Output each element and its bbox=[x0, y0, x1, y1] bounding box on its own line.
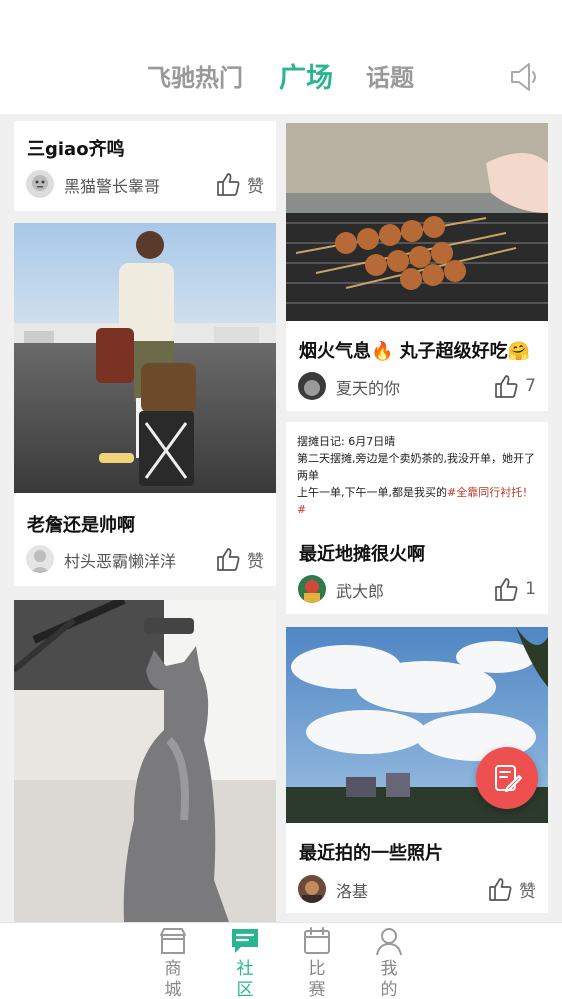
nav-item-shop[interactable]: 商城 bbox=[153, 925, 193, 999]
thumbs-up-icon bbox=[217, 548, 240, 571]
post-text: 摆摊日记: 6月7日晴 第二天摆摊,旁边是个卖奶茶的,我没开单，她开了两单 上午… bbox=[297, 433, 538, 518]
nav-item-profile[interactable]: 我的 bbox=[369, 925, 409, 999]
post-text-line: 第二天摆摊,旁边是个卖奶茶的,我没开单，她开了两单 bbox=[297, 452, 535, 482]
thumbs-up-icon bbox=[495, 375, 518, 398]
post-card[interactable]: 烟火气息🔥 丸子超级好吃🤗 夏天的你 7 bbox=[286, 123, 548, 411]
compose-post-button[interactable] bbox=[476, 747, 538, 809]
post-author-row: 村头恶霸懒洋洋 赞 bbox=[26, 545, 264, 575]
user-icon bbox=[376, 928, 402, 956]
post-author-row: 洛基 赞 bbox=[298, 875, 536, 905]
post-title: 老詹还是帅啊 bbox=[27, 515, 135, 536]
post-text-line: 上午一单,下午一单,都是我买的#全靠同行衬托！# bbox=[297, 484, 538, 518]
thumbs-up-icon bbox=[495, 578, 518, 601]
shop-icon bbox=[160, 928, 186, 954]
like-button[interactable]: 赞 bbox=[215, 545, 264, 573]
author-name[interactable]: 武大郎 bbox=[336, 578, 384, 602]
nav-label: 我的 bbox=[380, 959, 398, 999]
calendar-icon bbox=[304, 927, 330, 954]
tab-square[interactable]: 广场 bbox=[279, 56, 333, 95]
avatar[interactable] bbox=[298, 575, 326, 603]
post-author-row: 武大郎 1 bbox=[298, 575, 536, 605]
like-count: 赞 bbox=[519, 881, 536, 902]
like-count: 赞 bbox=[247, 551, 264, 572]
post-author-row: 夏天的你 7 bbox=[298, 372, 536, 402]
post-card[interactable]: 三giao齐鸣 黑猫警长睾哥 赞 bbox=[14, 121, 276, 211]
speaker-icon[interactable] bbox=[508, 60, 542, 94]
tab-topics[interactable]: 话题 bbox=[366, 58, 414, 93]
avatar[interactable] bbox=[298, 875, 326, 903]
post-image bbox=[14, 223, 276, 493]
like-button[interactable]: 赞 bbox=[487, 875, 536, 903]
post-image bbox=[286, 123, 548, 321]
tab-hot[interactable]: 飞驰热门 bbox=[147, 58, 243, 93]
nav-label: 商城 bbox=[164, 959, 182, 999]
avatar[interactable] bbox=[298, 372, 326, 400]
post-title: 烟火气息🔥 丸子超级好吃🤗 bbox=[299, 341, 531, 362]
author-name[interactable]: 村头恶霸懒洋洋 bbox=[64, 548, 176, 572]
bottom-nav: 商城 社区 比赛 我的 bbox=[0, 922, 562, 999]
post-card[interactable]: 摆摊日记: 6月7日晴 第二天摆摊,旁边是个卖奶茶的,我没开单，她开了两单 上午… bbox=[286, 422, 548, 614]
post-image bbox=[14, 600, 276, 922]
post-title: 最近地摊很火啊 bbox=[299, 544, 425, 565]
author-name[interactable]: 黑猫警长睾哥 bbox=[64, 173, 160, 197]
author-name[interactable]: 夏天的你 bbox=[336, 375, 400, 399]
post-text-line: 摆摊日记: 6月7日晴 bbox=[297, 435, 396, 448]
like-button[interactable]: 赞 bbox=[215, 170, 264, 198]
post-card[interactable]: 老詹还是帅啊 村头恶霸懒洋洋 赞 bbox=[14, 223, 276, 586]
author-name[interactable]: 洛基 bbox=[336, 878, 368, 902]
post-card[interactable] bbox=[14, 600, 276, 922]
thumbs-up-icon bbox=[489, 878, 512, 901]
like-count: 7 bbox=[525, 376, 536, 396]
post-title: 三giao齐鸣 bbox=[27, 139, 125, 160]
post-title: 最近拍的一些照片 bbox=[299, 843, 443, 864]
post-text-segment: 上午一单,下午一单,都是我买的 bbox=[297, 486, 447, 499]
top-header: 飞驰热门 广场 话题 bbox=[0, 0, 562, 114]
nav-item-match[interactable]: 比赛 bbox=[297, 925, 337, 999]
nav-label: 社区 bbox=[236, 959, 254, 999]
like-count: 赞 bbox=[247, 176, 264, 197]
community-icon bbox=[232, 929, 258, 953]
avatar[interactable] bbox=[26, 545, 54, 573]
like-button[interactable]: 1 bbox=[493, 575, 536, 603]
nav-label: 比赛 bbox=[308, 959, 326, 999]
post-author-row: 黑猫警长睾哥 赞 bbox=[26, 170, 264, 200]
avatar[interactable] bbox=[26, 170, 54, 198]
nav-item-community[interactable]: 社区 bbox=[225, 925, 265, 999]
like-count: 1 bbox=[525, 579, 536, 599]
like-button[interactable]: 7 bbox=[493, 372, 536, 400]
thumbs-up-icon bbox=[217, 173, 240, 196]
edit-icon bbox=[495, 765, 522, 792]
feed-tabs: 飞驰热门 广场 话题 bbox=[0, 58, 562, 98]
